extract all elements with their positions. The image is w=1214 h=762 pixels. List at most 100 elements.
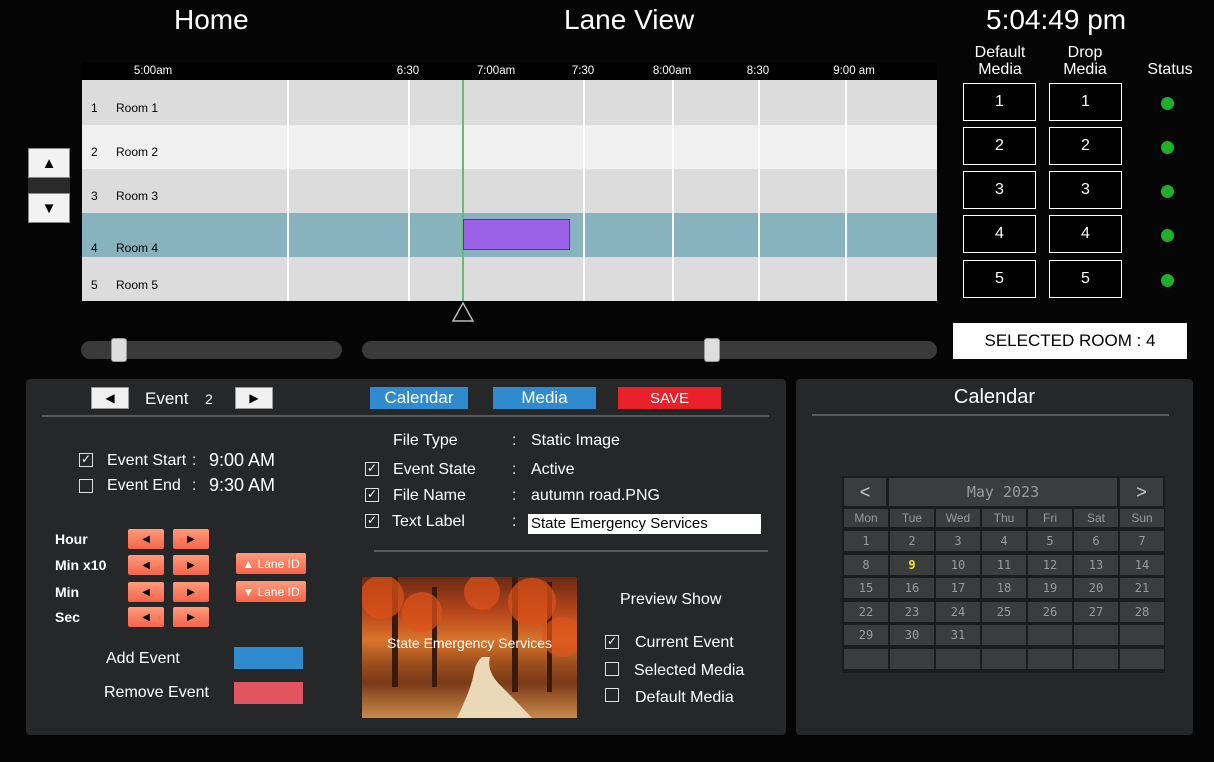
selected-media-checkbox[interactable] [605,662,619,676]
event-state-checkbox[interactable]: ✓ [365,462,379,476]
add-event-button[interactable] [234,647,303,669]
default-media-slot[interactable]: 5 [963,260,1036,298]
calendar-day[interactable]: 27 [1074,601,1118,622]
default-media-slot[interactable]: 1 [963,83,1036,121]
clock: 5:04:49 pm [986,4,1127,35]
divider [374,550,768,552]
sec-increase-button[interactable]: ▶ [173,607,209,627]
lane-name: Room 2 [116,145,159,159]
calendar-day[interactable]: 29 [844,625,888,645]
file-name-checkbox[interactable]: ✓ [365,488,379,502]
calendar-day[interactable]: 2 [890,531,934,551]
calendar-day[interactable]: 12 [1028,554,1072,575]
current-event-checkbox[interactable]: ✓ [605,635,619,649]
media-button[interactable]: Media [493,387,596,409]
lane-row[interactable]: 3 Room 3 [82,169,937,213]
calendar-day[interactable]: 5 [1028,531,1072,551]
lane-down-button[interactable]: ▼ [28,193,70,223]
selected-room-display: SELECTED ROOM : 4 [953,323,1187,359]
calendar-month-label[interactable]: May 2023 [889,478,1117,506]
playhead-marker-icon[interactable] [452,301,474,323]
event-block[interactable] [463,219,570,250]
calendar-day[interactable]: 6 [1074,531,1118,551]
event-number: 2 [205,391,213,407]
text-label-input[interactable]: State Emergency Services [528,514,761,534]
save-button[interactable]: SAVE [618,387,721,409]
calendar-day[interactable]: 16 [890,578,934,598]
lane-row[interactable]: 2 Room 2 [82,125,937,169]
status-indicator [1161,185,1174,198]
calendar-day[interactable]: 15 [844,578,888,598]
zoom-slider-handle[interactable] [111,338,127,362]
home-link[interactable]: Home [174,4,249,36]
calendar-day[interactable]: 25 [982,601,1026,622]
default-media-slot[interactable]: 3 [963,171,1036,209]
event-start-checkbox[interactable]: ✓ [79,453,93,467]
min-increase-button[interactable]: ▶ [173,582,209,602]
scroll-slider-track[interactable] [362,341,937,359]
calendar-day[interactable]: 21 [1120,578,1164,598]
remove-event-button[interactable] [234,682,303,704]
calendar-day[interactable]: 19 [1028,578,1072,598]
calendar-day[interactable]: 20 [1074,578,1118,598]
calendar-day[interactable]: 4 [982,531,1026,551]
lane-id-down-button[interactable]: ▼ Lane ID [236,581,306,602]
lane-row[interactable]: 5 Room 5 [82,257,937,301]
divider [812,414,1169,416]
status-header: Status [1147,61,1193,78]
drop-media-slot[interactable]: 1 [1049,83,1122,121]
min-decrease-button[interactable]: ◀ [128,582,164,602]
calendar-day[interactable]: 14 [1120,554,1164,575]
calendar-day[interactable]: 13 [1074,554,1118,575]
default-media-slot[interactable]: 4 [963,215,1036,253]
calendar-day[interactable]: 28 [1120,601,1164,622]
calendar-day[interactable]: 8 [844,554,888,575]
calendar-day[interactable]: 17 [936,578,980,598]
event-end-checkbox[interactable] [79,479,93,493]
calendar-day [1028,648,1072,669]
drop-media-slot[interactable]: 2 [1049,127,1122,165]
scroll-slider-handle[interactable] [704,338,720,362]
calendar-day[interactable]: 30 [890,625,934,645]
prev-event-button[interactable]: ◀ [91,387,129,409]
text-label-checkbox[interactable]: ✓ [365,514,379,528]
calendar-day[interactable]: 18 [982,578,1026,598]
min10-increase-button[interactable]: ▶ [173,555,209,575]
calendar-day[interactable]: 26 [1028,601,1072,622]
hour-decrease-button[interactable]: ◀ [128,529,164,549]
lane-id-up-button[interactable]: ▲ Lane ID [236,553,306,574]
drop-media-slot[interactable]: 3 [1049,171,1122,209]
calendar-day[interactable]: 9 [890,554,934,575]
event-state-value: Active [531,461,575,478]
calendar-prev-button[interactable]: < [844,478,886,506]
calendar-day[interactable]: 22 [844,601,888,622]
grid-line [758,80,760,301]
calendar-day[interactable]: 24 [936,601,980,622]
calendar-day [1074,648,1118,669]
calendar-day[interactable]: 23 [890,601,934,622]
calendar-weekday: Tue [890,509,934,527]
default-media-checkbox[interactable] [605,688,619,702]
default-media-slot[interactable]: 2 [963,127,1036,165]
drop-media-slot[interactable]: 5 [1049,260,1122,298]
calendar-day[interactable]: 31 [936,625,980,645]
time-tick: 7:00am [476,65,516,77]
calendar-weekday: Mon [844,509,888,527]
lane-name: Room 3 [116,189,159,203]
calendar-day[interactable]: 11 [982,554,1026,575]
calendar-day[interactable]: 3 [936,531,980,551]
lane-row[interactable]: 1 Room 1 [82,80,937,125]
calendar-button[interactable]: Calendar [370,387,468,409]
calendar-next-button[interactable]: > [1120,478,1163,506]
min10-decrease-button[interactable]: ◀ [128,555,164,575]
drop-media-slot[interactable]: 4 [1049,215,1122,253]
calendar-day[interactable]: 10 [936,554,980,575]
lane-up-button[interactable]: ▲ [28,148,70,178]
calendar-day[interactable]: 1 [844,531,888,551]
calendar-day[interactable]: 7 [1120,531,1164,551]
next-event-button[interactable]: ▶ [235,387,273,409]
timeline-lanes[interactable]: 1 Room 1 2 Room 2 3 Room 3 4 Room 4 5 Ro… [82,80,937,301]
divider [42,415,769,417]
sec-decrease-button[interactable]: ◀ [128,607,164,627]
hour-increase-button[interactable]: ▶ [173,529,209,549]
